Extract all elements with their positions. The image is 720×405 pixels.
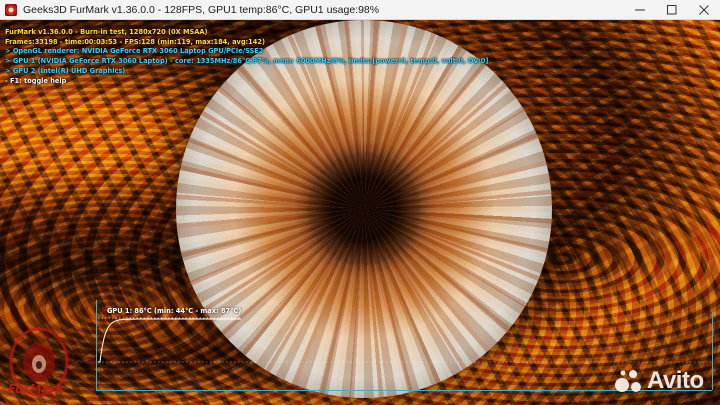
osd-line-title: FurMark v1.36.0.0 - Burn-in test, 1280x7… — [5, 28, 208, 36]
avito-watermark-text: Avito — [647, 367, 704, 394]
minimize-icon — [635, 9, 645, 10]
osd-line-renderer: > OpenGL renderer: NVIDIA GeForce RTX 30… — [5, 47, 264, 56]
osd-line-gpu1: > GPU 1 (NVIDIA GeForce RTX 3060 Laptop)… — [5, 57, 489, 66]
osd-line-frames: Frames:33198 - time:00:03:53 - FPS:128 (… — [5, 37, 265, 46]
avito-dots-icon — [615, 370, 641, 392]
furmark-icon — [5, 3, 17, 16]
maximize-icon — [667, 4, 677, 14]
window-title: Geeks3D FurMark v1.36.0.0 - 128FPS, GPU1… — [23, 3, 380, 16]
furmark-logo-text: FurMark — [8, 382, 64, 396]
close-button[interactable] — [688, 0, 720, 20]
osd-line-help: - F1: toggle help — [5, 76, 67, 85]
osd-overlay: FurMark v1.36.0.0 - Burn-in test, 1280x7… — [5, 28, 488, 86]
osd-line-gpu2: > GPU 2 (Intel(R) UHD Graphics) — [5, 66, 126, 75]
avito-watermark: Avito — [614, 367, 704, 394]
temperature-curve — [98, 318, 241, 363]
maximize-button[interactable] — [656, 0, 688, 20]
close-icon — [699, 4, 709, 15]
window-titlebar[interactable]: Geeks3D FurMark v1.36.0.0 - 128FPS, GPU1… — [0, 0, 720, 20]
minimize-button[interactable] — [624, 0, 656, 20]
graph-label: GPU 1: 86°C (min: 44°C - max: 87°C) — [107, 307, 242, 315]
